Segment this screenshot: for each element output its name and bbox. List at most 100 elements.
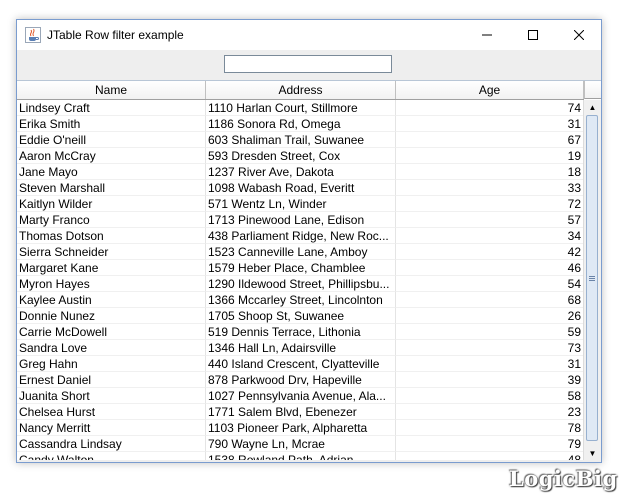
table-row[interactable]: Margaret Kane 1579 Heber Place, Chamblee 4… [17, 260, 584, 276]
cell-address[interactable]: 1705 Shoop St, Suwanee [206, 308, 396, 324]
cell-address[interactable]: 1098 Wabash Road, Everitt [206, 180, 396, 196]
cell-name[interactable]: Juanita Short [17, 388, 206, 404]
table-row[interactable]: Jane Mayo 1237 River Ave, Dakota 18 [17, 164, 584, 180]
table-row[interactable]: Kaitlyn Wilder 571 Wentz Ln, Winder 72 [17, 196, 584, 212]
cell-address[interactable]: 1346 Hall Ln, Adairsville [206, 340, 396, 356]
cell-address[interactable]: 571 Wentz Ln, Winder [206, 196, 396, 212]
cell-age[interactable]: 31 [396, 356, 584, 372]
cell-name[interactable]: Sierra Schneider [17, 244, 206, 260]
close-button[interactable] [556, 20, 602, 50]
cell-name[interactable]: Ernest Daniel [17, 372, 206, 388]
cell-name[interactable]: Sandra Love [17, 340, 206, 356]
cell-name[interactable]: Carrie McDowell [17, 324, 206, 340]
cell-name[interactable]: Chelsea Hurst [17, 404, 206, 420]
column-header-name[interactable]: Name [17, 81, 206, 99]
cell-age[interactable]: 34 [396, 228, 584, 244]
cell-name[interactable]: Kaylee Austin [17, 292, 206, 308]
vertical-scrollbar[interactable]: ▲ ▼ [583, 100, 601, 460]
scroll-up-button[interactable]: ▲ [584, 100, 601, 114]
cell-name[interactable]: Erika Smith [17, 116, 206, 132]
scroll-down-button[interactable]: ▼ [584, 446, 601, 460]
column-header-age[interactable]: Age [396, 81, 584, 99]
cell-age[interactable]: 68 [396, 292, 584, 308]
cell-age[interactable]: 23 [396, 404, 584, 420]
cell-name[interactable]: Kaitlyn Wilder [17, 196, 206, 212]
cell-name[interactable]: Marty Franco [17, 212, 206, 228]
cell-address[interactable]: 1237 River Ave, Dakota [206, 164, 396, 180]
table-row[interactable]: Juanita Short 1027 Pennsylvania Avenue, A… [17, 388, 584, 404]
minimize-button[interactable] [464, 20, 510, 50]
maximize-button[interactable] [510, 20, 556, 50]
table-row[interactable]: Sandra Love 1346 Hall Ln, Adairsville 73 [17, 340, 584, 356]
cell-name[interactable]: Eddie O'neill [17, 132, 206, 148]
cell-age[interactable]: 33 [396, 180, 584, 196]
cell-age[interactable]: 72 [396, 196, 584, 212]
cell-address[interactable]: 1771 Salem Blvd, Ebenezer [206, 404, 396, 420]
table-row[interactable]: Erika Smith 1186 Sonora Rd, Omega 31 [17, 116, 584, 132]
table-row[interactable]: Aaron McCray 593 Dresden Street, Cox 19 [17, 148, 584, 164]
cell-age[interactable]: 42 [396, 244, 584, 260]
cell-address[interactable]: 440 Island Crescent, Clyatteville [206, 356, 396, 372]
cell-address[interactable]: 1523 Canneville Lane, Amboy [206, 244, 396, 260]
filter-input[interactable] [224, 55, 392, 73]
table-row[interactable]: Carrie McDowell 519 Dennis Terrace, Litho… [17, 324, 584, 340]
cell-address[interactable]: 438 Parliament Ridge, New Roc... [206, 228, 396, 244]
column-header-address[interactable]: Address [206, 81, 396, 99]
cell-name[interactable]: Nancy Merritt [17, 420, 206, 436]
cell-address[interactable]: 1366 Mccarley Street, Lincolnton [206, 292, 396, 308]
cell-age[interactable]: 79 [396, 436, 584, 452]
cell-name[interactable]: Margaret Kane [17, 260, 206, 276]
cell-age[interactable]: 54 [396, 276, 584, 292]
cell-address[interactable]: 1103 Pioneer Park, Alpharetta [206, 420, 396, 436]
cell-age[interactable]: 74 [396, 100, 584, 116]
cell-age[interactable]: 26 [396, 308, 584, 324]
cell-age[interactable]: 73 [396, 340, 584, 356]
cell-age[interactable]: 31 [396, 116, 584, 132]
cell-name[interactable]: Aaron McCray [17, 148, 206, 164]
cell-address[interactable]: 1579 Heber Place, Chamblee [206, 260, 396, 276]
cell-age[interactable]: 67 [396, 132, 584, 148]
cell-age[interactable]: 46 [396, 260, 584, 276]
table-row[interactable]: Cassandra Lindsay 790 Wayne Ln, Mcrae 79 [17, 436, 584, 452]
table-row[interactable]: Thomas Dotson 438 Parliament Ridge, New R… [17, 228, 584, 244]
cell-address[interactable]: 1186 Sonora Rd, Omega [206, 116, 396, 132]
cell-name[interactable]: Myron Hayes [17, 276, 206, 292]
cell-age[interactable]: 19 [396, 148, 584, 164]
cell-address[interactable]: 1538 Rowland Path, Adrian [206, 452, 396, 460]
table-row[interactable]: Donnie Nunez 1705 Shoop St, Suwanee 26 [17, 308, 584, 324]
cell-name[interactable]: Greg Hahn [17, 356, 206, 372]
cell-age[interactable]: 57 [396, 212, 584, 228]
scrollbar-thumb[interactable] [586, 115, 598, 441]
cell-address[interactable]: 593 Dresden Street, Cox [206, 148, 396, 164]
cell-address[interactable]: 878 Parkwood Drv, Hapeville [206, 372, 396, 388]
cell-name[interactable]: Steven Marshall [17, 180, 206, 196]
table-row[interactable]: Chelsea Hurst 1771 Salem Blvd, Ebenezer 23 [17, 404, 584, 420]
cell-address[interactable]: 1110 Harlan Court, Stillmore [206, 100, 396, 116]
cell-address[interactable]: 1713 Pinewood Lane, Edison [206, 212, 396, 228]
cell-age[interactable]: 59 [396, 324, 584, 340]
table-row[interactable]: Steven Marshall 1098 Wabash Road, Everitt… [17, 180, 584, 196]
cell-address[interactable]: 790 Wayne Ln, Mcrae [206, 436, 396, 452]
cell-address[interactable]: 1290 Ildewood Street, Phillipsbu... [206, 276, 396, 292]
table-row[interactable]: Nancy Merritt 1103 Pioneer Park, Alpharet… [17, 420, 584, 436]
table-row[interactable]: Marty Franco 1713 Pinewood Lane, Edison 57 [17, 212, 584, 228]
table-row[interactable]: Candy Walton 1538 Rowland Path, Adrian 48 [17, 452, 584, 460]
cell-address[interactable]: 603 Shaliman Trail, Suwanee [206, 132, 396, 148]
cell-age[interactable]: 58 [396, 388, 584, 404]
cell-address[interactable]: 1027 Pennsylvania Avenue, Ala... [206, 388, 396, 404]
table-row[interactable]: Sierra Schneider 1523 Canneville Lane, Am… [17, 244, 584, 260]
cell-age[interactable]: 39 [396, 372, 584, 388]
table-row[interactable]: Kaylee Austin 1366 Mccarley Street, Linco… [17, 292, 584, 308]
cell-name[interactable]: Cassandra Lindsay [17, 436, 206, 452]
table-row[interactable]: Myron Hayes 1290 Ildewood Street, Phillip… [17, 276, 584, 292]
cell-name[interactable]: Lindsey Craft [17, 100, 206, 116]
table-row[interactable]: Lindsey Craft 1110 Harlan Court, Stillmor… [17, 100, 584, 116]
table-row[interactable]: Ernest Daniel 878 Parkwood Drv, Hapeville… [17, 372, 584, 388]
cell-age[interactable]: 48 [396, 452, 584, 460]
table-row[interactable]: Greg Hahn 440 Island Crescent, Clyattevil… [17, 356, 584, 372]
cell-age[interactable]: 78 [396, 420, 584, 436]
table-row[interactable]: Eddie O'neill 603 Shaliman Trail, Suwanee… [17, 132, 584, 148]
cell-name[interactable]: Thomas Dotson [17, 228, 206, 244]
cell-name[interactable]: Candy Walton [17, 452, 206, 460]
cell-name[interactable]: Donnie Nunez [17, 308, 206, 324]
